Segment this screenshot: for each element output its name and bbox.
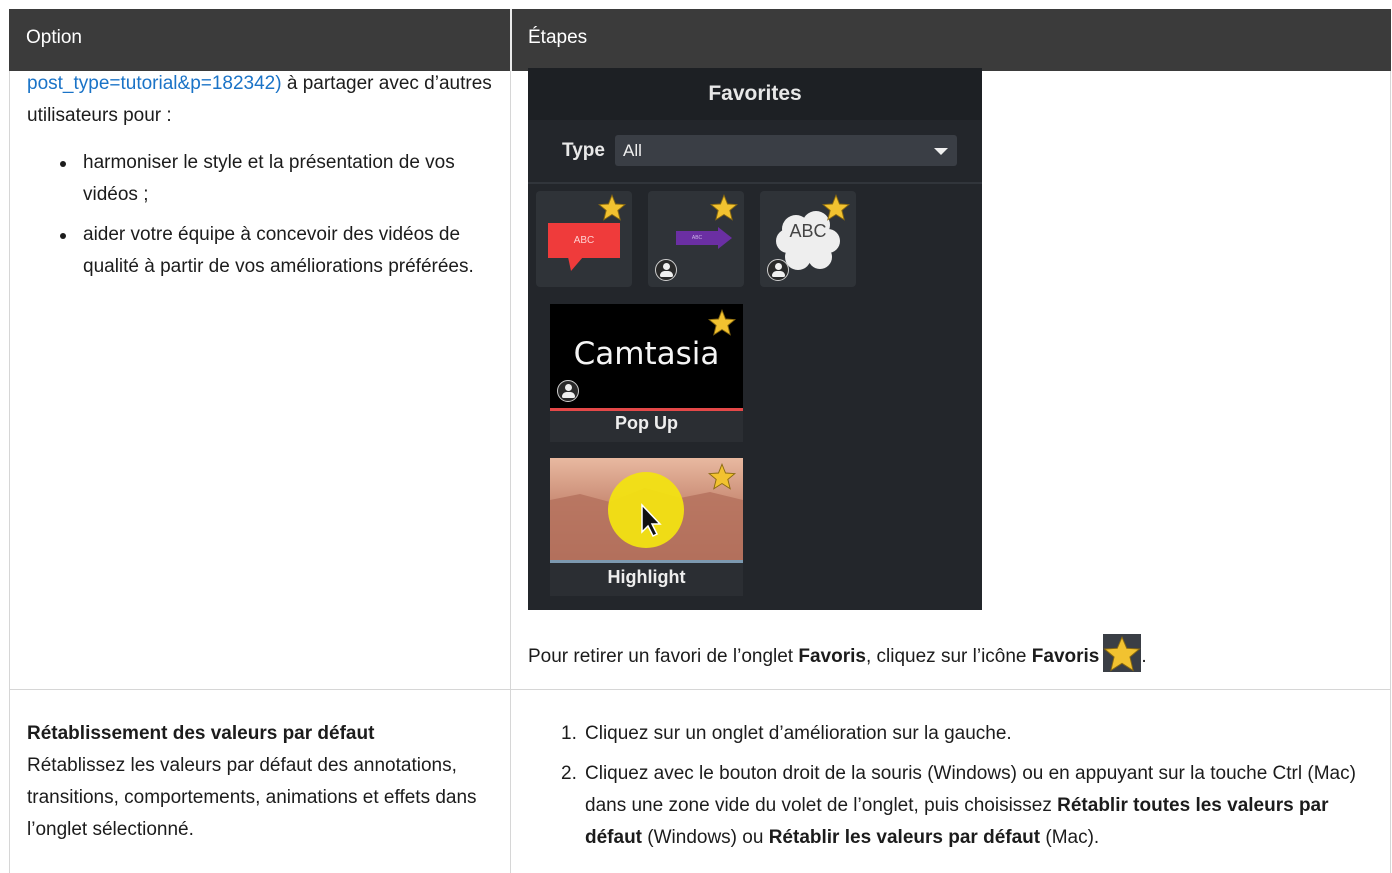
popup-preview: Camtasia (550, 304, 743, 408)
star-icon[interactable] (708, 309, 736, 336)
type-dropdown[interactable]: All (615, 135, 957, 166)
highlight-caption: Highlight (607, 567, 686, 587)
type-label: Type (562, 140, 605, 161)
arrow-tile[interactable]: ABC (648, 191, 744, 287)
step-text: Cliquez sur un onglet d’amélioration sur… (585, 723, 1012, 744)
user-icon (655, 259, 677, 281)
step-text: (Mac). (1040, 827, 1100, 848)
favorites-description: post_type=tutorial&p=182342) à partager … (27, 68, 497, 132)
table-header: Option Étapes (9, 9, 1391, 71)
popup-underline (550, 408, 743, 411)
type-dropdown-value: All (623, 141, 642, 160)
user-icon (767, 259, 789, 281)
favorites-star-icon (1103, 633, 1142, 672)
note-text: . (1141, 646, 1147, 667)
tutorial-link[interactable]: post_type=tutorial&p=182342) (27, 73, 282, 94)
column-divider (510, 71, 511, 873)
star-icon[interactable] (708, 463, 736, 490)
favorites-panel-screenshot: Favorites Type All ABC ABC ABC Camtasia … (528, 68, 982, 610)
reset-steps-list: 1. Cliquez sur un onglet d’amélioration s… (556, 718, 1356, 862)
remove-favorite-note: Pour retirer un favori de l’onglet Favor… (528, 633, 1147, 673)
header-divider (510, 9, 512, 71)
list-item: 2. Cliquez avec le bouton droit de la sou… (556, 758, 1356, 854)
star-icon[interactable] (598, 194, 626, 221)
step-text: (Windows) ou (642, 827, 769, 848)
favorites-benefits-list: harmoniser le style et la présentation d… (55, 147, 500, 291)
list-item: aider votre équipe à concevoir des vidéo… (55, 219, 500, 283)
panel-title: Favorites (528, 68, 982, 120)
popup-tile[interactable]: Camtasia Pop Up (550, 304, 743, 442)
star-icon[interactable] (822, 194, 850, 221)
highlight-underline (550, 560, 743, 563)
cloud-preview-text: ABC (789, 221, 827, 241)
note-text: Pour retirer un favori de l’onglet (528, 646, 799, 667)
favoris-tab-name: Favoris (798, 646, 866, 667)
popup-caption: Pop Up (615, 413, 678, 433)
callout-preview: ABC (548, 223, 620, 258)
reset-defaults-option: Rétablissement des valeurs par défaut Ré… (27, 718, 497, 846)
star-icon[interactable] (710, 194, 738, 221)
highlight-preview (550, 458, 743, 560)
panel-divider (528, 182, 982, 184)
row-divider (9, 689, 1391, 690)
cloud-tile[interactable]: ABC (760, 191, 856, 287)
step-number: 2. (561, 763, 577, 784)
callout-tile[interactable]: ABC (536, 191, 632, 287)
list-item: 1. Cliquez sur un onglet d’amélioration s… (556, 718, 1356, 750)
reset-command-mac: Rétablir les valeurs par défaut (768, 827, 1041, 848)
popup-preview-text: Camtasia (573, 336, 720, 372)
highlight-tile[interactable]: Highlight (550, 458, 743, 596)
reset-defaults-description: Rétablissez les valeurs par défaut des a… (27, 755, 477, 840)
header-option: Option (26, 27, 82, 48)
callout-tail (568, 257, 583, 271)
arrow-head (718, 227, 732, 249)
header-steps: Étapes (528, 27, 588, 48)
reset-defaults-title: Rétablissement des valeurs par défaut (27, 723, 375, 744)
user-icon (557, 380, 579, 402)
chevron-down-icon (934, 148, 948, 155)
step-number: 1. (561, 723, 577, 744)
list-item: harmoniser le style et la présentation d… (55, 147, 500, 211)
note-text: , cliquez sur l’icône (865, 646, 1032, 667)
favoris-icon-name: Favoris (1031, 646, 1100, 667)
arrow-preview: ABC (676, 231, 718, 245)
